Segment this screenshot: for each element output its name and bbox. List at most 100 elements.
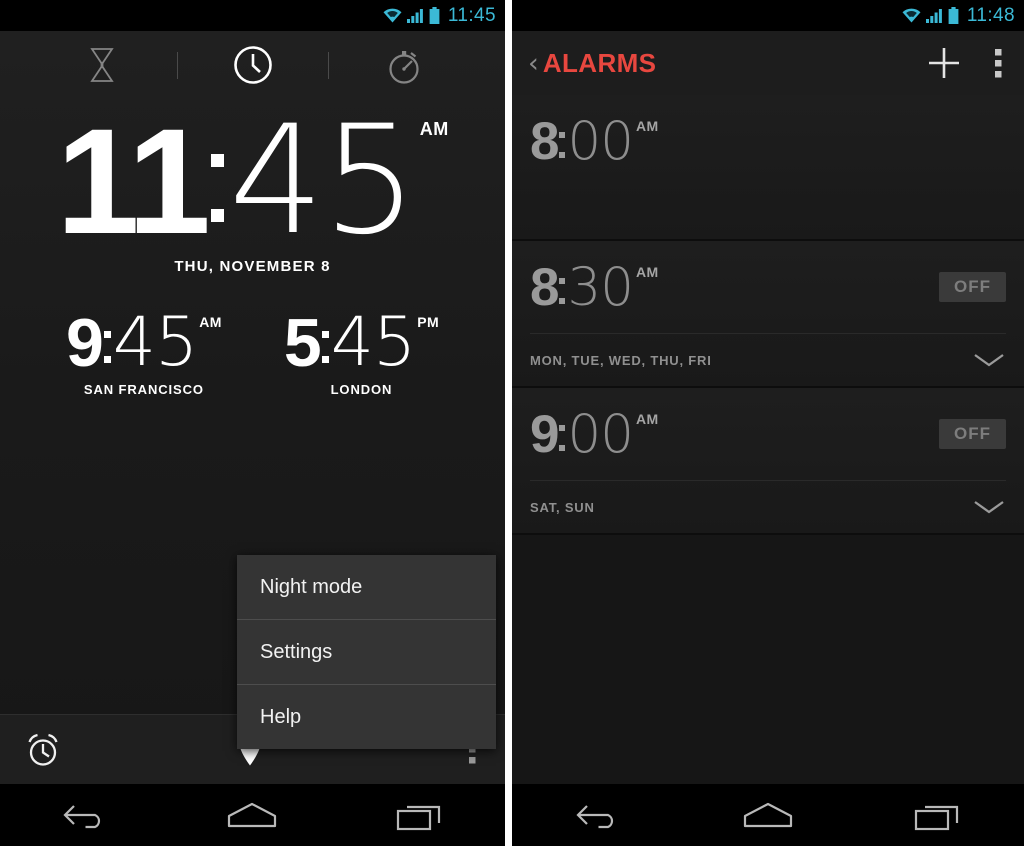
world-clock-ampm: PM [417,314,440,330]
alarm-toggle[interactable]: OFF [939,272,1006,302]
main-clock-hour: 11 [56,97,211,265]
alarm-minute: 30 [567,256,633,318]
recents-icon [396,799,446,831]
alarm-ampm: AM [635,410,659,427]
main-clock-minute: 45 [228,94,418,268]
plus-icon [927,46,961,80]
alarm-colon [558,115,567,168]
alarm-minute: 00 [567,403,633,465]
world-clock-minute: 45 [330,303,417,382]
add-alarm-button[interactable] [916,46,972,80]
nav-back-button[interactable] [512,800,683,830]
nav-back-button[interactable] [0,800,168,830]
clock-app-body: 11 45 AM THU, NOVEMBER 8 9 45 AM SAN FRANCIS… [0,31,505,846]
expand-chevron-icon[interactable] [972,351,1006,369]
world-clock-item[interactable]: 9 45 AM SAN FRANCISCO [66,309,222,398]
chevron-left-icon: ‹ [528,47,539,79]
alarm-colon [558,261,567,314]
stopwatch-icon [386,45,422,85]
alarm-button[interactable] [0,732,175,768]
wifi-icon [902,8,921,23]
back-icon [574,800,620,830]
alarm-days-row[interactable]: SAT, SUN [530,481,1006,533]
alarms-overflow-button[interactable] [972,48,1024,78]
tab-clock[interactable] [178,31,328,99]
alarm-hour: 8 [530,111,560,171]
alarm-time-row[interactable]: 8 00 AM [530,95,1006,187]
left-navigation-bar [0,784,505,846]
tab-timer[interactable] [27,31,177,99]
nav-home-button[interactable] [168,800,336,830]
alarm-time: 8 30 AM [530,261,659,314]
clock-overflow-menu: Night mode Settings Help [237,555,496,749]
menu-item-help[interactable]: Help [237,685,496,749]
nav-home-button[interactable] [683,800,854,830]
left-phone-screen: 11:45 11 45 AM THU, NOVEMBER 8 9 45 AM S… [0,0,505,846]
main-clock-ampm: AM [419,119,449,139]
alarm-minute: 00 [567,110,633,172]
alarm-days-row[interactable] [530,187,1006,239]
alarm-time: 9 00 AM [530,408,659,461]
alarm-list-item[interactable]: 8 00 AM [512,95,1024,239]
nav-recents-button[interactable] [853,799,1024,831]
alarms-app-body: ‹ ALARMS 8 00 AM 8 30 AM OFF MON, TUE, W… [512,31,1024,846]
recents-icon [914,799,964,831]
world-clock-list: 9 45 AM SAN FRANCISCO 5 45 PM LONDON [0,309,505,398]
tab-stopwatch[interactable] [329,31,479,99]
alarm-time-row[interactable]: 8 30 AM OFF [530,241,1006,334]
world-clock-city: LONDON [330,382,393,397]
alarm-ampm: AM [635,263,659,280]
right-status-time: 11:48 [966,4,1015,26]
world-clock-item[interactable]: 5 45 PM LONDON [284,309,440,398]
page-title: ALARMS [542,47,657,78]
left-status-bar: 11:45 [0,0,505,31]
world-clock-hour: 9 [65,305,104,381]
alarm-toggle[interactable]: OFF [939,419,1006,449]
phone-divider [505,0,512,846]
left-status-time: 11:45 [447,4,496,26]
menu-item-night-mode[interactable]: Night mode [237,555,496,619]
world-clock-ampm: AM [199,314,222,330]
battery-icon [429,7,440,24]
alarm-clock-icon [25,732,61,768]
home-icon [741,800,795,830]
world-clock-colon [102,309,113,377]
clock-tab-bar [0,31,505,99]
clock-icon [233,45,273,85]
back-icon [61,800,107,830]
signal-icon [925,8,943,23]
alarm-ampm: AM [635,117,659,134]
world-clock-colon [320,309,331,377]
right-status-icons [902,7,959,24]
alarm-row-separator [512,533,1024,535]
alarm-days-row[interactable]: MON, TUE, WED, THU, FRI [530,334,1006,386]
home-icon [225,800,279,830]
world-clock-city: SAN FRANCISCO [83,382,204,397]
alarm-colon [558,408,567,461]
alarm-list-item[interactable]: 9 00 AM OFF SAT, SUN [512,388,1024,533]
right-status-bar: 11:48 [512,0,1024,31]
alarms-up-button[interactable]: ‹ ALARMS [512,48,656,79]
nav-recents-button[interactable] [337,799,505,831]
expand-chevron-icon[interactable] [972,498,1006,516]
clock-main: 11 45 AM THU, NOVEMBER 8 9 45 AM SAN FRANCIS… [0,99,505,397]
alarm-hour: 9 [530,404,560,464]
alarm-time-row[interactable]: 9 00 AM OFF [530,388,1006,481]
alarm-days: MON, TUE, WED, THU, FRI [530,352,712,368]
alarms-action-bar: ‹ ALARMS [512,31,1024,95]
alarm-days: SAT, SUN [530,499,595,515]
signal-icon [406,8,424,23]
right-navigation-bar [512,784,1024,846]
alarm-hour: 8 [530,257,560,317]
dual-phone-screenshot: 11:45 11 45 AM THU, NOVEMBER 8 9 45 AM S… [0,0,1024,846]
alarm-list: 8 00 AM 8 30 AM OFF MON, TUE, WED, THU, FRI [512,95,1024,535]
left-status-icons [383,7,440,24]
alarm-list-item[interactable]: 8 30 AM OFF MON, TUE, WED, THU, FRI [512,241,1024,386]
overflow-menu-icon [994,48,1002,78]
right-phone-screen: 11:48 ‹ ALARMS 8 00 AM 8 30 AM OFF MON, … [512,0,1024,846]
main-clock-colon [207,106,229,256]
main-clock-time[interactable]: 11 45 AM [56,106,448,256]
world-clock-minute: 45 [112,303,199,382]
hourglass-icon [88,47,116,83]
menu-item-settings[interactable]: Settings [237,620,496,684]
